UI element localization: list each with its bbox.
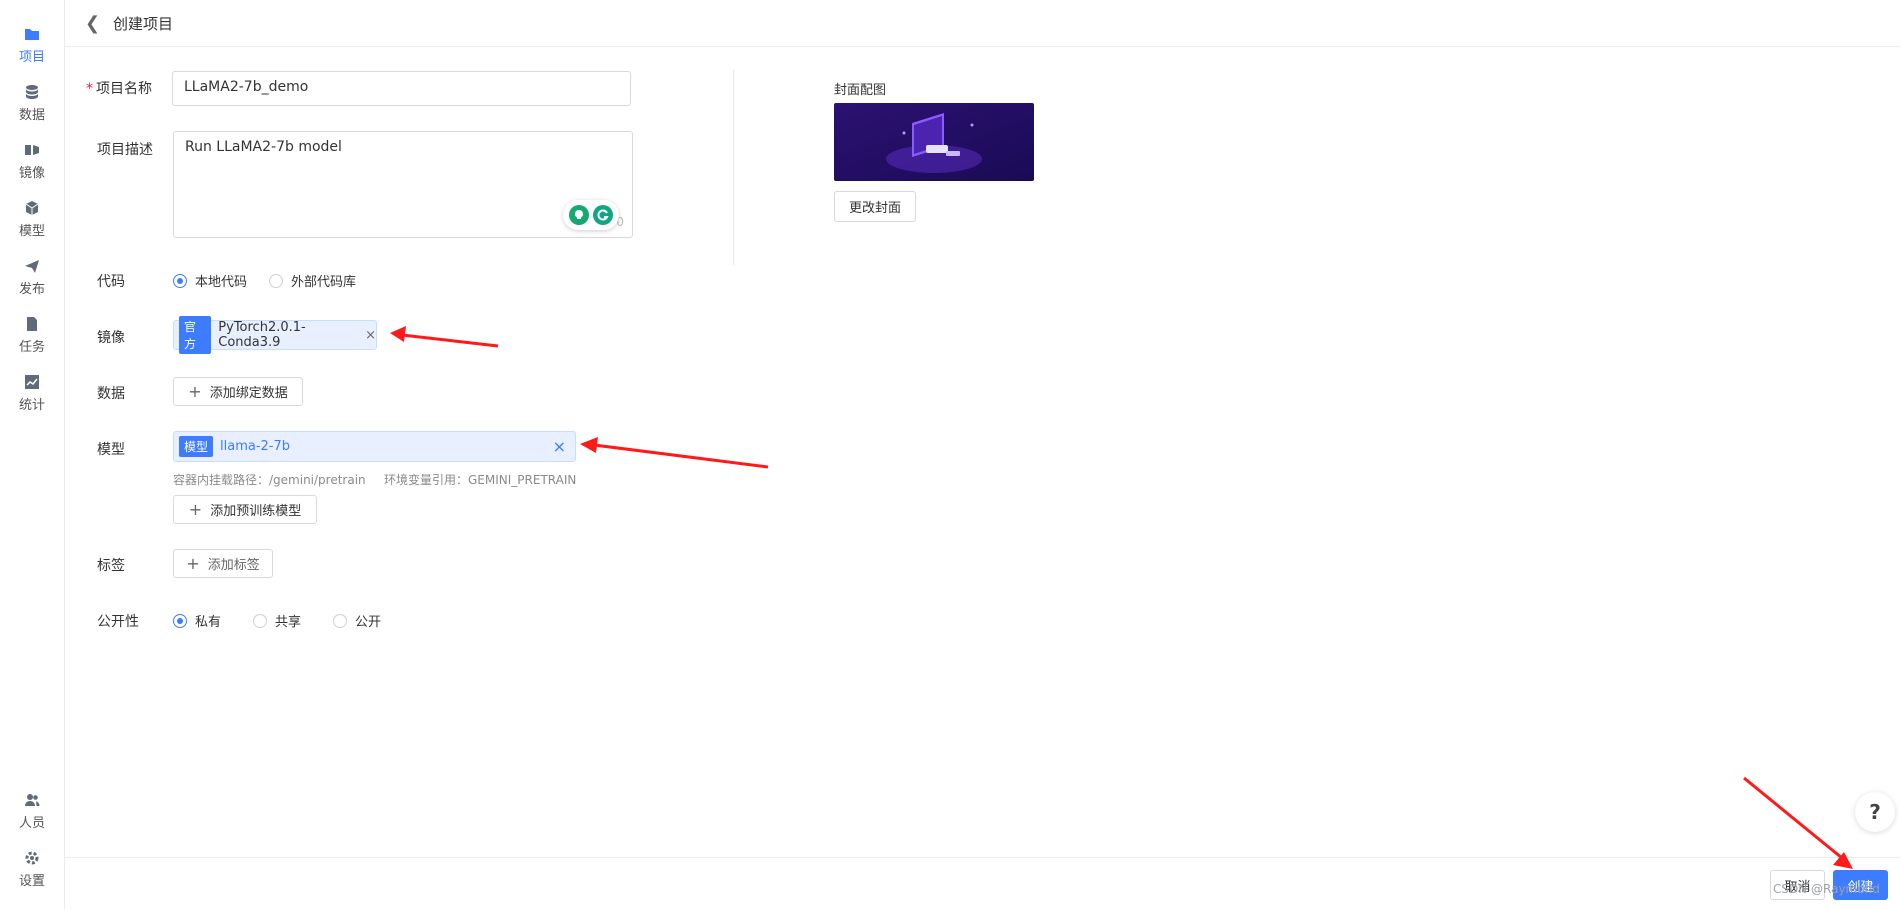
cover-illustration bbox=[834, 103, 1034, 181]
send-icon bbox=[25, 260, 39, 273]
radio-shared[interactable]: 共享 bbox=[253, 611, 301, 630]
remove-model-icon[interactable]: × bbox=[553, 437, 566, 456]
add-tag-button[interactable]: + 添加标签 bbox=[173, 549, 273, 578]
image-label: 镜像 bbox=[97, 330, 125, 346]
model-mount-path: 容器内挂载路径：/gemini/pretrain bbox=[173, 473, 366, 487]
add-bind-data-button[interactable]: + 添加绑定数据 bbox=[173, 377, 303, 406]
sidebar-item-label: 统计 bbox=[18, 398, 45, 413]
sidebar-item-label: 镜像 bbox=[18, 166, 45, 181]
add-pretrained-model-button[interactable]: + 添加预训练模型 bbox=[173, 495, 317, 524]
plus-icon: + bbox=[188, 499, 203, 519]
project-name-label: * 项目名称 bbox=[86, 81, 152, 97]
radio-local-code[interactable]: 本地代码 bbox=[173, 271, 247, 290]
sidebar-item-images[interactable]: 镜像 bbox=[0, 142, 64, 181]
folder-icon bbox=[25, 29, 39, 40]
radio-dot bbox=[269, 273, 283, 288]
annotation-arrow-model bbox=[580, 437, 769, 469]
project-desc-value: Run LLaMA2-7b model bbox=[185, 139, 342, 155]
official-badge: 官方 bbox=[179, 316, 212, 354]
annotation-arrow-create bbox=[1743, 776, 1853, 869]
sidebar-item-label: 数据 bbox=[18, 108, 45, 123]
radio-label: 本地代码 bbox=[195, 275, 248, 290]
sidebar-item-label: 发布 bbox=[18, 282, 45, 297]
sidebar-item-stats[interactable]: 统计 bbox=[0, 374, 64, 413]
cube-icon bbox=[25, 201, 39, 215]
project-name-input[interactable]: LLaMA2-7b_demo bbox=[172, 71, 631, 106]
sidebar-item-data[interactable]: 数据 bbox=[0, 84, 64, 123]
tag-label: 标签 bbox=[97, 558, 125, 574]
page-header: ❮ 创建项目 bbox=[65, 0, 1901, 47]
radio-label: 公开 bbox=[355, 615, 382, 630]
watermark: CSDN @Raymond bbox=[1773, 882, 1880, 896]
project-desc-textarea[interactable]: Run LLaMA2-7b model 0 bbox=[173, 131, 633, 238]
footer-bar bbox=[65, 857, 1901, 910]
radio-label: 私有 bbox=[195, 615, 222, 630]
sidebar-item-projects[interactable]: 项目 bbox=[0, 26, 64, 65]
radio-dot bbox=[253, 613, 267, 628]
model-label: 模型 bbox=[97, 442, 125, 458]
model-chip[interactable]: 模型 llama-2-7b × bbox=[173, 431, 576, 462]
sidebar-item-label: 人员 bbox=[18, 816, 45, 831]
sidebar: 项目 数据 镜像 模型 发布 任务 统计 人员 设置 bbox=[0, 0, 65, 909]
radio-label: 共享 bbox=[275, 615, 302, 630]
users-icon bbox=[25, 794, 40, 806]
sidebar-item-label: 任务 bbox=[18, 340, 45, 355]
database-icon bbox=[26, 85, 38, 99]
radio-label: 外部代码库 bbox=[291, 275, 357, 290]
annotation-arrow-image bbox=[390, 326, 499, 348]
cover-label: 封面配图 bbox=[834, 83, 887, 98]
sidebar-item-users[interactable]: 人员 bbox=[0, 792, 64, 831]
radio-dot-selected bbox=[173, 273, 187, 288]
radio-private[interactable]: 私有 bbox=[173, 611, 221, 630]
page-title: 创建项目 bbox=[113, 15, 174, 33]
change-cover-button[interactable]: 更改封面 bbox=[834, 191, 916, 222]
sidebar-item-label: 模型 bbox=[18, 224, 45, 239]
sidebar-item-publish[interactable]: 发布 bbox=[0, 258, 64, 297]
required-mark: * bbox=[86, 81, 93, 97]
grammarly-icon[interactable] bbox=[592, 204, 614, 226]
radio-dot bbox=[333, 613, 347, 628]
image-chip-value: PyTorch2.0.1-Conda3.9 bbox=[218, 320, 306, 350]
help-button[interactable]: ? bbox=[1855, 792, 1895, 832]
radio-dot-selected bbox=[173, 613, 187, 628]
sidebar-item-label: 项目 bbox=[18, 50, 45, 65]
sidebar-item-models[interactable]: 模型 bbox=[0, 200, 64, 239]
project-desc-label: 项目描述 bbox=[97, 142, 153, 158]
image-icon bbox=[25, 145, 39, 155]
sidebar-item-tasks[interactable]: 任务 bbox=[0, 316, 64, 355]
gear-icon bbox=[25, 851, 39, 865]
remove-image-icon[interactable]: × bbox=[365, 328, 376, 343]
model-badge: 模型 bbox=[179, 436, 214, 457]
radio-public[interactable]: 公开 bbox=[333, 611, 381, 630]
visibility-label: 公开性 bbox=[97, 614, 139, 630]
lightbulb-extension-icon[interactable] bbox=[568, 204, 590, 226]
plus-icon: + bbox=[186, 553, 200, 573]
model-env-var: 环境变量引用：GEMINI_PRETRAIN bbox=[384, 473, 577, 487]
code-label: 代码 bbox=[97, 274, 125, 290]
sidebar-item-settings[interactable]: 设置 bbox=[0, 850, 64, 889]
chart-icon bbox=[25, 375, 39, 389]
vertical-divider bbox=[733, 70, 734, 265]
task-icon bbox=[27, 317, 37, 331]
model-chip-value: llama-2-7b bbox=[220, 439, 291, 454]
sidebar-item-label: 设置 bbox=[18, 874, 45, 889]
cover-image bbox=[834, 103, 1034, 181]
extension-pill bbox=[563, 200, 619, 230]
plus-icon: + bbox=[188, 381, 202, 401]
image-chip[interactable]: 官方 PyTorch2.0.1-Conda3.9 × bbox=[173, 316, 377, 354]
back-icon[interactable]: ❮ bbox=[85, 13, 100, 34]
data-label: 数据 bbox=[97, 386, 125, 402]
radio-external-repo[interactable]: 外部代码库 bbox=[269, 271, 356, 290]
